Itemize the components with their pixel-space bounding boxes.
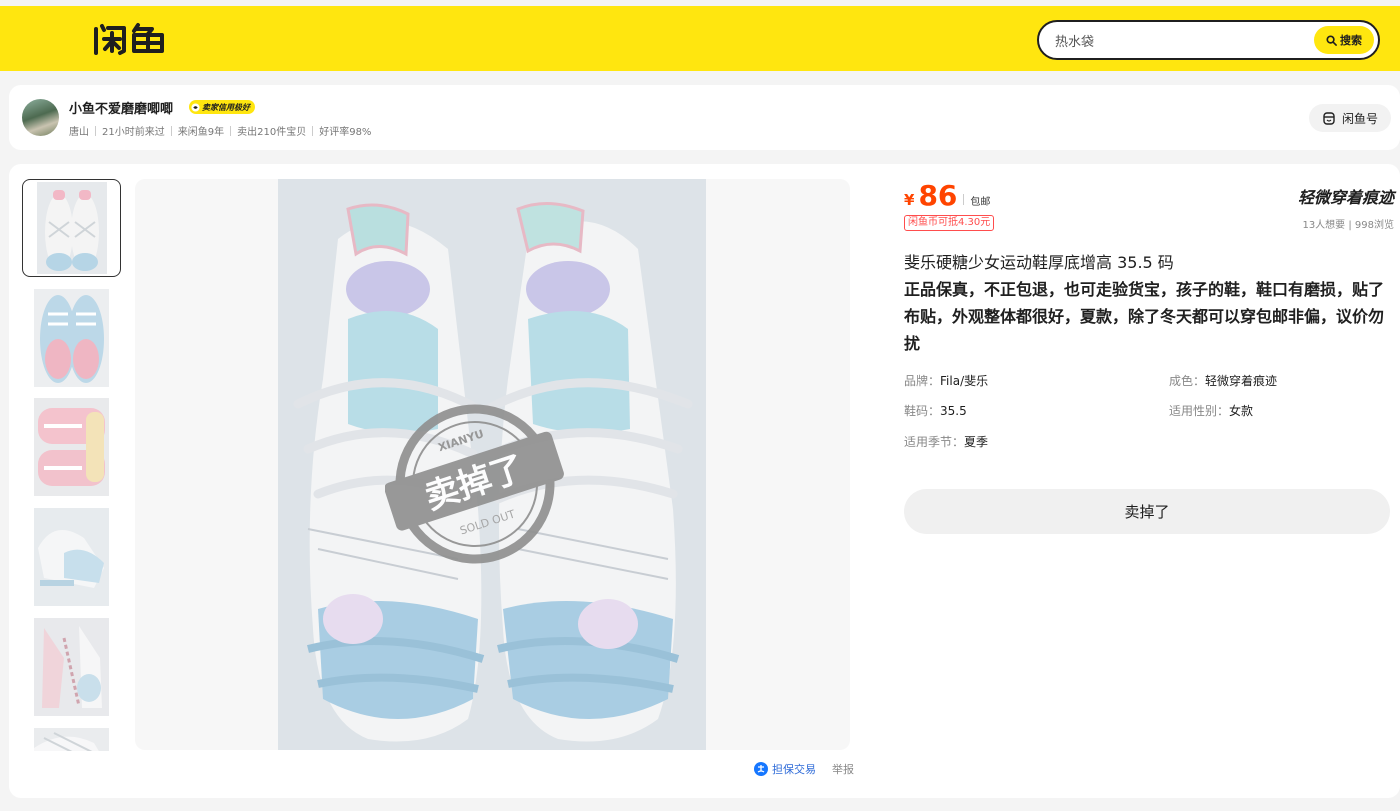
thumbnail-list[interactable] <box>22 179 122 751</box>
attr-value: 35.5 <box>940 404 967 418</box>
xianyu-id-button[interactable]: 闲鱼号 <box>1309 104 1391 132</box>
divider <box>95 125 96 136</box>
item-panel: 卖掉了 XIANYU SOLD OUT 担保交易 举报 ¥ 86 包邮 闲鱼币可… <box>9 164 1400 798</box>
attr-season: 适用季节：夏季 <box>904 433 988 450</box>
stamp-sub-text: SOLD OUT <box>458 507 517 537</box>
thumbnail-image <box>34 289 109 387</box>
seller-location: 唐山 <box>69 127 89 138</box>
coin-offer-tag: 闲鱼币可抵4.30元 <box>904 215 995 231</box>
alipay-icon <box>754 762 768 776</box>
seller-card: 小鱼不爱磨磨唧唧 卖家信用极好 唐山 21小时前来过 来闲鱼9年 卖出210件宝… <box>9 85 1400 150</box>
thumbnail-image <box>34 508 109 606</box>
item-title: 斐乐硬糖少女运动鞋厚底增高 35.5 码 <box>904 253 1174 272</box>
thumbnail-image <box>34 728 109 751</box>
search-button[interactable]: 搜索 <box>1314 26 1374 54</box>
item-description: 斐乐硬糖少女运动鞋厚底增高 35.5 码 正品保真，不正包退，也可走验货宝，孩子… <box>904 249 1394 357</box>
attr-condition: 成色：轻微穿着痕迹 <box>1169 372 1277 389</box>
currency-symbol: ¥ <box>904 191 915 209</box>
attr-value: 女款 <box>1229 404 1254 418</box>
thumbnail-image <box>34 398 109 496</box>
attr-size: 鞋码：35.5 <box>904 402 967 419</box>
seller-meta: 唐山 21小时前来过 来闲鱼9年 卖出210件宝贝 好评率98% <box>69 123 371 138</box>
search-input[interactable]: 热水袋 <box>1055 31 1094 50</box>
search-bar[interactable]: 热水袋 搜索 <box>1037 20 1380 60</box>
attr-key: 成色： <box>1169 374 1206 388</box>
top-bar: 闲鱼 热水袋 搜索 <box>0 6 1400 71</box>
report-link[interactable]: 举报 <box>832 761 854 777</box>
item-body: 正品保真，不正包退，也可走验货宝，孩子的鞋，鞋口有磨损，贴了布贴，外观整体都很好… <box>904 280 1385 353</box>
thumbnail-1[interactable] <box>22 179 121 277</box>
attr-brand: 品牌：Fila/斐乐 <box>904 372 988 389</box>
search-icon <box>1326 34 1337 46</box>
search-button-label: 搜索 <box>1340 34 1362 47</box>
trust-links: 担保交易 举报 <box>754 761 854 777</box>
seller-name[interactable]: 小鱼不爱磨磨唧唧 <box>69 98 173 117</box>
seller-sold-count: 卖出210件宝贝 <box>237 127 307 138</box>
price: 86 <box>918 179 958 212</box>
thumbnail-5[interactable] <box>34 618 109 716</box>
sold-status-button[interactable]: 卖掉了 <box>904 489 1390 534</box>
sold-out-stamp: 卖掉了 XIANYU SOLD OUT <box>385 404 564 564</box>
avatar[interactable] <box>22 99 59 136</box>
guarantee-link[interactable]: 担保交易 <box>754 761 816 777</box>
fish-badge-icon <box>191 102 200 112</box>
credit-badge-label: 卖家信用极好 <box>202 102 250 112</box>
price-row: ¥ 86 包邮 <box>904 179 990 212</box>
seller-last-seen: 21小时前来过 <box>102 127 165 138</box>
divider <box>230 125 232 136</box>
attr-gender: 适用性别：女款 <box>1169 402 1253 419</box>
thumbnail-image <box>34 618 109 716</box>
xianyu-logo[interactable]: 闲鱼 <box>92 19 166 59</box>
attr-key: 品牌： <box>904 374 941 388</box>
shipping-label: 包邮 <box>970 197 991 208</box>
condition-heading: 轻微穿着痕迹 <box>1297 184 1395 208</box>
shop-icon <box>1323 112 1335 125</box>
thumbnail-2[interactable] <box>34 289 109 387</box>
guarantee-label: 担保交易 <box>772 763 816 776</box>
item-info: ¥ 86 包邮 闲鱼币可抵4.30元 轻微穿着痕迹 13人想要 | 998浏览 … <box>904 164 1395 798</box>
thumbnail-4[interactable] <box>34 508 109 606</box>
attr-value: Fila/斐乐 <box>940 374 989 388</box>
view-stats: 13人想要 | 998浏览 <box>1302 220 1394 231</box>
thumbnail-3[interactable] <box>34 398 109 496</box>
attr-key: 适用季节： <box>904 435 965 449</box>
attr-value: 夏季 <box>964 435 989 449</box>
main-image-viewer[interactable]: 卖掉了 XIANYU SOLD OUT <box>135 179 850 750</box>
divider <box>312 125 314 136</box>
attr-key: 鞋码： <box>904 404 941 418</box>
thumbnail-6[interactable] <box>34 728 109 751</box>
divider <box>963 194 965 205</box>
attr-key: 适用性别： <box>1169 404 1230 418</box>
thumbnail-image <box>36 182 107 274</box>
divider <box>170 125 172 136</box>
attr-value: 轻微穿着痕迹 <box>1205 374 1278 388</box>
credit-badge: 卖家信用极好 <box>189 100 255 114</box>
seller-tenure: 来闲鱼9年 <box>177 127 225 138</box>
xianyu-id-label: 闲鱼号 <box>1341 111 1378 126</box>
logo-mark-icon <box>94 23 164 55</box>
seller-rating: 好评率98% <box>319 127 372 138</box>
